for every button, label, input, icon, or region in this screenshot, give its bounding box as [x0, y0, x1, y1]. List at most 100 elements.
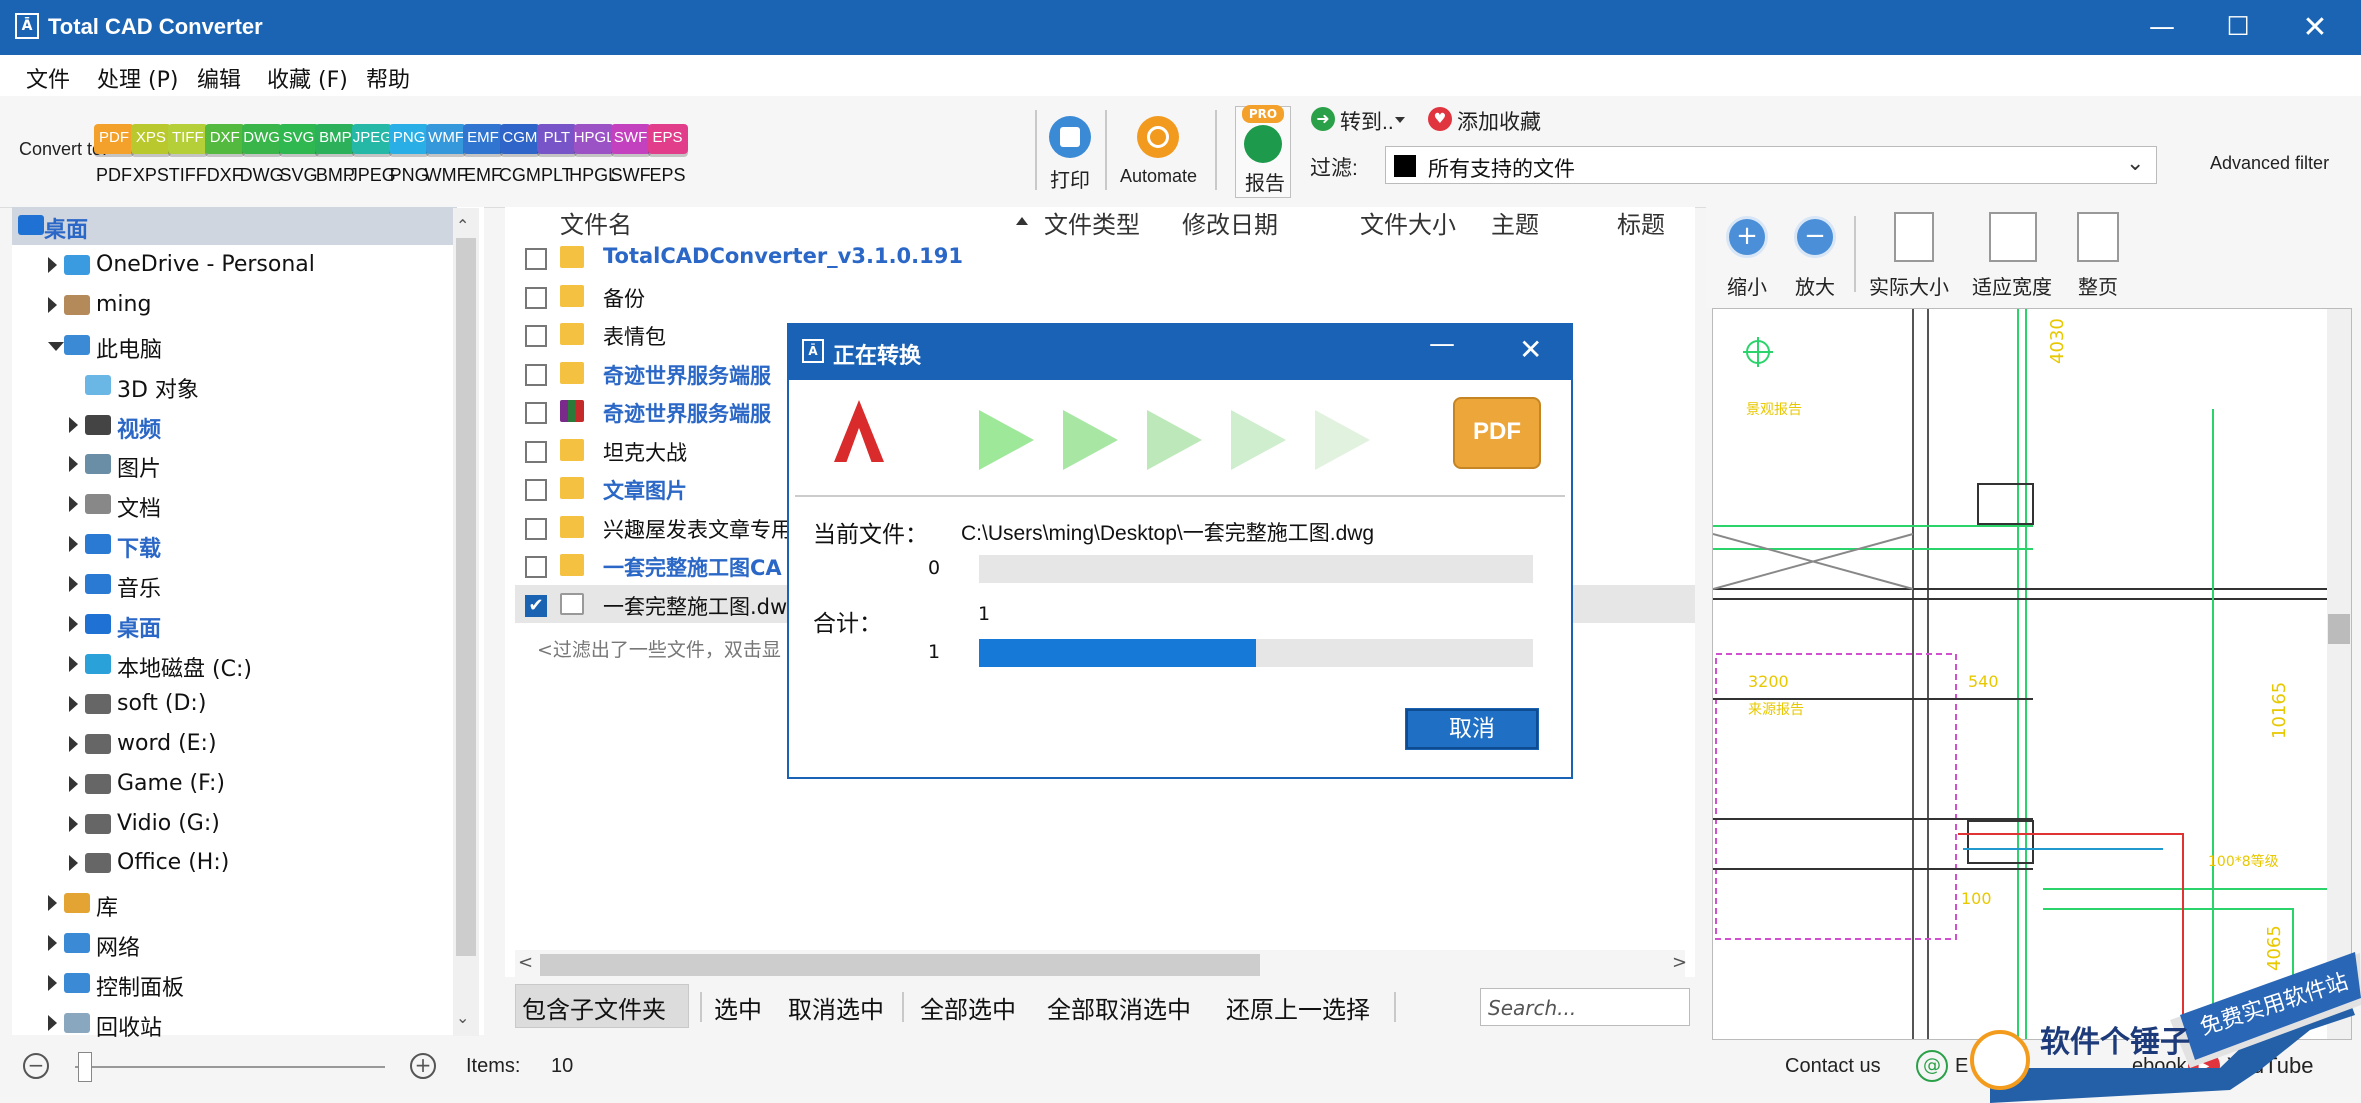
format-wmf-icon[interactable]: WMF — [426, 124, 467, 154]
expand-arrow-icon[interactable] — [69, 536, 78, 553]
fit-width-label[interactable]: 适应宽度 — [1972, 271, 2052, 300]
format-svg-icon[interactable]: SVG — [278, 124, 319, 154]
tree-item[interactable]: OneDrive - Personal — [12, 247, 457, 285]
tree-item[interactable]: 本地磁盘 (C:) — [12, 646, 457, 684]
tree-item[interactable]: 音乐 — [12, 566, 457, 604]
list-scroll-thumb[interactable] — [540, 954, 1260, 976]
automate-button[interactable]: Automate — [1120, 166, 1197, 187]
full-page-icon[interactable] — [2077, 212, 2119, 262]
expand-arrow-icon[interactable] — [48, 1015, 57, 1031]
expand-arrow-icon[interactable] — [69, 855, 78, 872]
tree-item[interactable]: ming — [12, 287, 457, 325]
table-row[interactable]: 备份 — [515, 277, 1695, 315]
format-xps-icon[interactable]: XPS — [130, 124, 171, 154]
select-button[interactable]: 选中 — [714, 990, 762, 1025]
zoom-slider-thumb[interactable] — [78, 1052, 92, 1082]
scroll-up-icon[interactable]: ⌃ — [456, 216, 469, 235]
contact-us-link[interactable]: Contact us — [1785, 1055, 1881, 1078]
tree-item[interactable]: 桌面 — [12, 606, 457, 644]
expand-arrow-icon[interactable] — [69, 775, 78, 792]
menu-process[interactable]: 处理 (P) — [97, 62, 178, 94]
expand-arrow-icon[interactable] — [69, 576, 78, 593]
tree-item[interactable]: 此电脑 — [12, 327, 457, 365]
tree-item[interactable]: Vidio (G:) — [12, 806, 457, 844]
row-checkbox[interactable] — [525, 556, 547, 578]
format-eps-icon[interactable]: EPS — [647, 124, 688, 154]
expand-arrow-icon[interactable] — [69, 616, 78, 632]
print-button[interactable]: 打印 — [1050, 164, 1090, 193]
menu-file[interactable]: 文件 — [26, 62, 70, 94]
tree-item[interactable]: 控制面板 — [12, 965, 457, 1003]
minimize-button[interactable]: — — [2124, 0, 2200, 55]
zoom-in-icon[interactable]: − — [1794, 216, 1836, 258]
expand-arrow-icon[interactable] — [48, 256, 57, 273]
zoom-out-icon[interactable]: + — [1726, 216, 1768, 258]
add-favorite-button[interactable]: 添加收藏 — [1457, 106, 1541, 136]
actual-size-label[interactable]: 实际大小 — [1869, 271, 1949, 300]
format-swf-icon[interactable]: SWF — [610, 124, 651, 154]
tree-item[interactable]: 3D 对象 — [12, 367, 457, 405]
row-checkbox[interactable] — [525, 325, 547, 347]
tree-item[interactable]: 库 — [12, 885, 457, 923]
format-dxf-icon[interactable]: DXF — [204, 124, 245, 154]
expand-arrow-icon[interactable] — [48, 975, 57, 992]
zoom-minus-icon[interactable]: − — [23, 1053, 49, 1079]
zoom-plus-icon[interactable]: + — [410, 1053, 436, 1079]
format-dwg-icon[interactable]: DWG — [241, 124, 282, 154]
expand-arrow-icon[interactable] — [48, 895, 57, 912]
format-pdf-icon[interactable]: PDF — [94, 124, 134, 154]
collapse-arrow-icon[interactable] — [48, 341, 64, 351]
zoom-in-label[interactable]: 放大 — [1795, 271, 1835, 300]
actual-size-icon[interactable] — [1894, 212, 1934, 262]
tree-scrollbar[interactable]: ⌃ ⌄ — [453, 208, 479, 1036]
format-tiff-icon[interactable]: TIFF — [167, 124, 208, 154]
automate-icon[interactable] — [1137, 116, 1179, 158]
tree-item[interactable]: word (E:) — [12, 726, 457, 764]
column-filename[interactable]: 文件名 — [560, 205, 632, 240]
column-type[interactable]: 文件类型 — [1044, 205, 1140, 240]
format-plt-icon[interactable]: PLT — [536, 124, 577, 154]
tree-scroll-thumb[interactable] — [456, 238, 476, 956]
format-bmp-icon[interactable]: BMP — [315, 124, 356, 154]
row-checkbox[interactable] — [525, 440, 547, 463]
format-eps-label[interactable]: EPS — [638, 165, 698, 186]
dialog-minimize-button[interactable]: — — [1429, 329, 1455, 359]
menu-favorites[interactable]: 收藏 (F) — [267, 62, 348, 94]
fit-width-icon[interactable] — [1989, 212, 2037, 262]
expand-arrow-icon[interactable] — [69, 496, 78, 513]
row-checkbox[interactable]: ✔ — [525, 594, 547, 617]
expand-arrow-icon[interactable] — [48, 296, 57, 313]
column-size[interactable]: 文件大小 — [1360, 205, 1456, 240]
restore-selection-button[interactable]: 还原上一选择 — [1226, 990, 1370, 1025]
row-checkbox[interactable] — [525, 517, 547, 540]
column-modified[interactable]: 修改日期 — [1182, 205, 1278, 240]
scroll-right-icon[interactable]: > — [1672, 952, 1687, 973]
deselect-all-button[interactable]: 全部取消选中 — [1047, 990, 1191, 1025]
advanced-filter-button[interactable]: Advanced filter — [2210, 153, 2329, 174]
dialog-close-button[interactable]: ✕ — [1519, 333, 1542, 366]
expand-arrow-icon[interactable] — [69, 416, 78, 433]
tree-item[interactable]: 下载 — [12, 526, 457, 564]
select-all-button[interactable]: 全部选中 — [920, 990, 1016, 1025]
menu-edit[interactable]: 编辑 — [197, 62, 241, 94]
include-subfolders-button[interactable]: 包含子文件夹 — [522, 990, 666, 1025]
row-checkbox[interactable] — [525, 479, 547, 501]
expand-arrow-icon[interactable] — [69, 815, 78, 832]
column-subject[interactable]: 主题 — [1491, 205, 1539, 240]
cancel-button[interactable]: 取消 — [1405, 708, 1539, 750]
expand-arrow-icon[interactable] — [69, 735, 78, 752]
column-title[interactable]: 标题 — [1617, 205, 1665, 240]
row-checkbox[interactable] — [525, 402, 547, 424]
print-icon[interactable] — [1049, 116, 1091, 158]
scroll-down-icon[interactable]: ⌄ — [456, 1008, 469, 1027]
maximize-button[interactable]: ☐ — [2200, 0, 2276, 55]
zoom-out-label[interactable]: 缩小 — [1727, 271, 1767, 300]
tree-item[interactable]: Game (F:) — [12, 766, 457, 804]
search-input[interactable]: Search... — [1480, 988, 1690, 1026]
format-png-icon[interactable]: PNG — [389, 124, 430, 154]
table-row[interactable]: TotalCADConverter_v3.1.0.191 — [515, 238, 1695, 276]
row-checkbox[interactable] — [525, 248, 547, 270]
tree-item[interactable]: 回收站 — [12, 1005, 457, 1043]
expand-arrow-icon[interactable] — [69, 655, 78, 672]
email-icon[interactable]: @ — [1916, 1050, 1948, 1082]
